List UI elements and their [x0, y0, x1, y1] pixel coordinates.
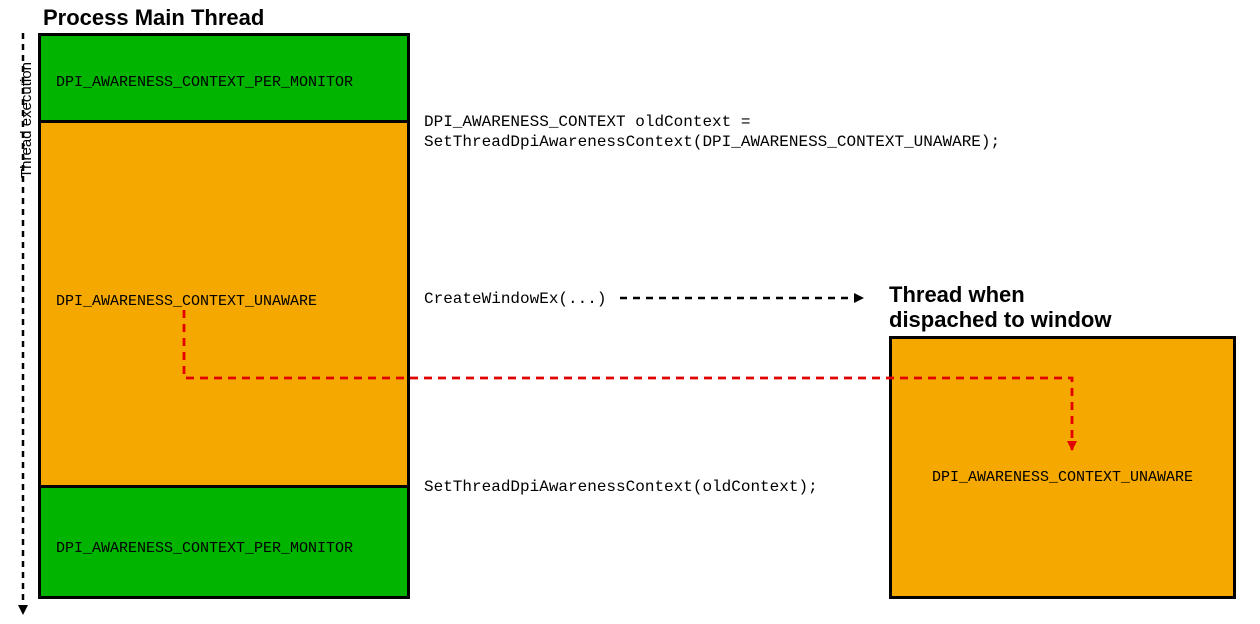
label-green-bottom: DPI_AWARENESS_CONTEXT_PER_MONITOR: [56, 540, 353, 557]
title-main-thread: Process Main Thread: [43, 5, 264, 31]
block-orange-window: DPI_AWARENESS_CONTEXT_UNAWARE: [889, 336, 1236, 599]
block-green-top: DPI_AWARENESS_CONTEXT_PER_MONITOR: [38, 33, 410, 123]
label-green-top: DPI_AWARENESS_CONTEXT_PER_MONITOR: [56, 74, 353, 91]
code-line1: DPI_AWARENESS_CONTEXT oldContext =: [424, 113, 750, 131]
block-green-bottom: DPI_AWARENESS_CONTEXT_PER_MONITOR: [38, 485, 410, 599]
code-reset: SetThreadDpiAwarenessContext(oldContext)…: [424, 478, 818, 496]
code-createwindow: CreateWindowEx(...): [424, 290, 606, 308]
label-orange-main: DPI_AWARENESS_CONTEXT_UNAWARE: [56, 293, 317, 310]
block-orange-main: DPI_AWARENESS_CONTEXT_UNAWARE: [38, 120, 410, 488]
title-thread2-line2: dispached to window: [889, 307, 1111, 333]
title-thread2-line1: Thread when: [889, 282, 1025, 308]
label-orange-window: DPI_AWARENESS_CONTEXT_UNAWARE: [932, 469, 1193, 486]
axis-label: Thread execution: [18, 62, 35, 178]
code-line2: SetThreadDpiAwarenessContext(DPI_AWARENE…: [424, 133, 1000, 151]
